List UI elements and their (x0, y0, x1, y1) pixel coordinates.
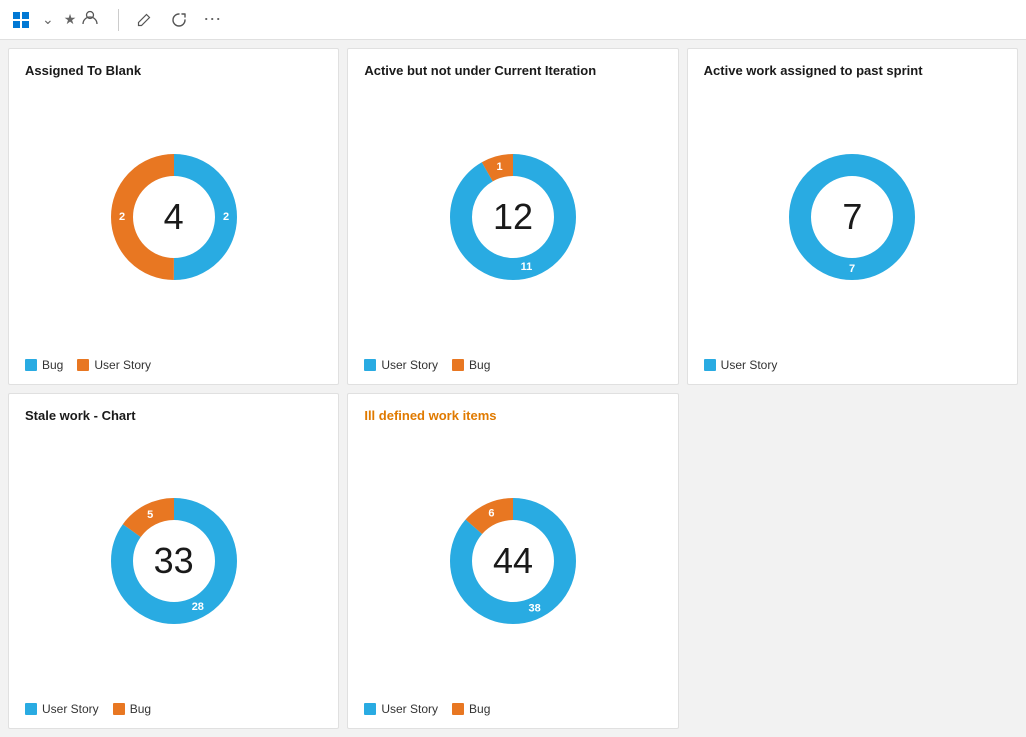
header: ⌄ ★ ⋯ (0, 0, 1026, 40)
person-icon[interactable] (82, 10, 98, 29)
legend-item: Bug (113, 702, 151, 716)
donut-chart[interactable]: 28 5 33 (94, 481, 254, 641)
svg-text:2: 2 (223, 211, 229, 223)
legend-item: User Story (25, 702, 99, 716)
card-title: Ill defined work items (364, 408, 661, 423)
card-title: Assigned To Blank (25, 63, 322, 78)
donut-total: 4 (164, 196, 184, 238)
chart-area[interactable]: 77 (704, 86, 1001, 348)
donut-chart[interactable]: 2 2 4 (94, 137, 254, 297)
donut-total: 33 (154, 540, 194, 582)
legend-item: User Story (364, 358, 438, 372)
card-stale-work: Stale work - Chart 28 5 33 User Story Bug (8, 393, 339, 730)
donut-total: 7 (842, 196, 862, 238)
card-active-past-sprint: Active work assigned to past sprint77Use… (687, 48, 1018, 385)
legend-label: User Story (381, 702, 438, 716)
donut-total: 44 (493, 540, 533, 582)
legend-label: User Story (721, 358, 778, 372)
chart-area[interactable]: 28 5 33 (25, 431, 322, 693)
legend-color (25, 359, 37, 371)
svg-text:7: 7 (849, 263, 855, 275)
svg-text:28: 28 (191, 601, 203, 613)
svg-text:2: 2 (119, 211, 125, 223)
legend-color (77, 359, 89, 371)
legend-label: Bug (469, 702, 490, 716)
chart-legend: Bug User Story (25, 358, 322, 372)
chart-area[interactable]: 11112 (364, 86, 661, 348)
legend-label: Bug (469, 358, 490, 372)
card-ill-defined: Ill defined work items 38 6 44 User Story Bug (347, 393, 678, 730)
legend-label: User Story (381, 358, 438, 372)
legend-label: User Story (94, 358, 151, 372)
empty-cell (687, 393, 1018, 730)
legend-item: User Story (704, 358, 778, 372)
card-active-not-current: Active but not under Current Iteration11… (347, 48, 678, 385)
chart-area[interactable]: 2 2 4 (25, 86, 322, 348)
donut-chart[interactable]: 38 6 44 (433, 481, 593, 641)
donut-chart[interactable]: 11112 (433, 137, 593, 297)
chart-legend: User Story Bug (364, 702, 661, 716)
grid-icon (12, 11, 30, 29)
chart-legend: User Story Bug (364, 358, 661, 372)
legend-item: Bug (25, 358, 63, 372)
legend-color (364, 359, 376, 371)
svg-text:38: 38 (528, 603, 540, 615)
chevron-icon[interactable]: ⌄ (42, 11, 54, 28)
chart-legend: User Story Bug (25, 702, 322, 716)
legend-color (364, 703, 376, 715)
card-title: Active work assigned to past sprint (704, 63, 1001, 78)
more-options-icon[interactable]: ⋯ (203, 9, 221, 30)
legend-item: Bug (452, 358, 490, 372)
legend-color (25, 703, 37, 715)
star-icon[interactable]: ★ (64, 11, 77, 28)
card-title: Active but not under Current Iteration (364, 63, 661, 78)
legend-color (704, 359, 716, 371)
svg-text:6: 6 (488, 508, 494, 520)
legend-label: Bug (130, 702, 151, 716)
chart-area[interactable]: 38 6 44 (364, 431, 661, 693)
card-assigned-to-blank: Assigned To Blank 2 2 4 Bug User Story (8, 48, 339, 385)
donut-chart[interactable]: 77 (772, 137, 932, 297)
legend-item: User Story (364, 702, 438, 716)
legend-item: Bug (452, 702, 490, 716)
dashboard: Assigned To Blank 2 2 4 Bug User Story Active … (0, 40, 1026, 737)
card-title: Stale work - Chart (25, 408, 322, 423)
legend-label: Bug (42, 358, 63, 372)
svg-text:11: 11 (521, 261, 533, 273)
legend-label: User Story (42, 702, 99, 716)
refresh-button[interactable] (164, 9, 199, 31)
chart-legend: User Story (704, 358, 1001, 372)
legend-item: User Story (77, 358, 151, 372)
legend-color (452, 359, 464, 371)
svg-text:5: 5 (147, 509, 153, 521)
legend-color (113, 703, 125, 715)
edit-button[interactable] (129, 9, 164, 31)
donut-total: 12 (493, 196, 533, 238)
separator (118, 9, 119, 31)
svg-text:1: 1 (496, 161, 502, 173)
legend-color (452, 703, 464, 715)
